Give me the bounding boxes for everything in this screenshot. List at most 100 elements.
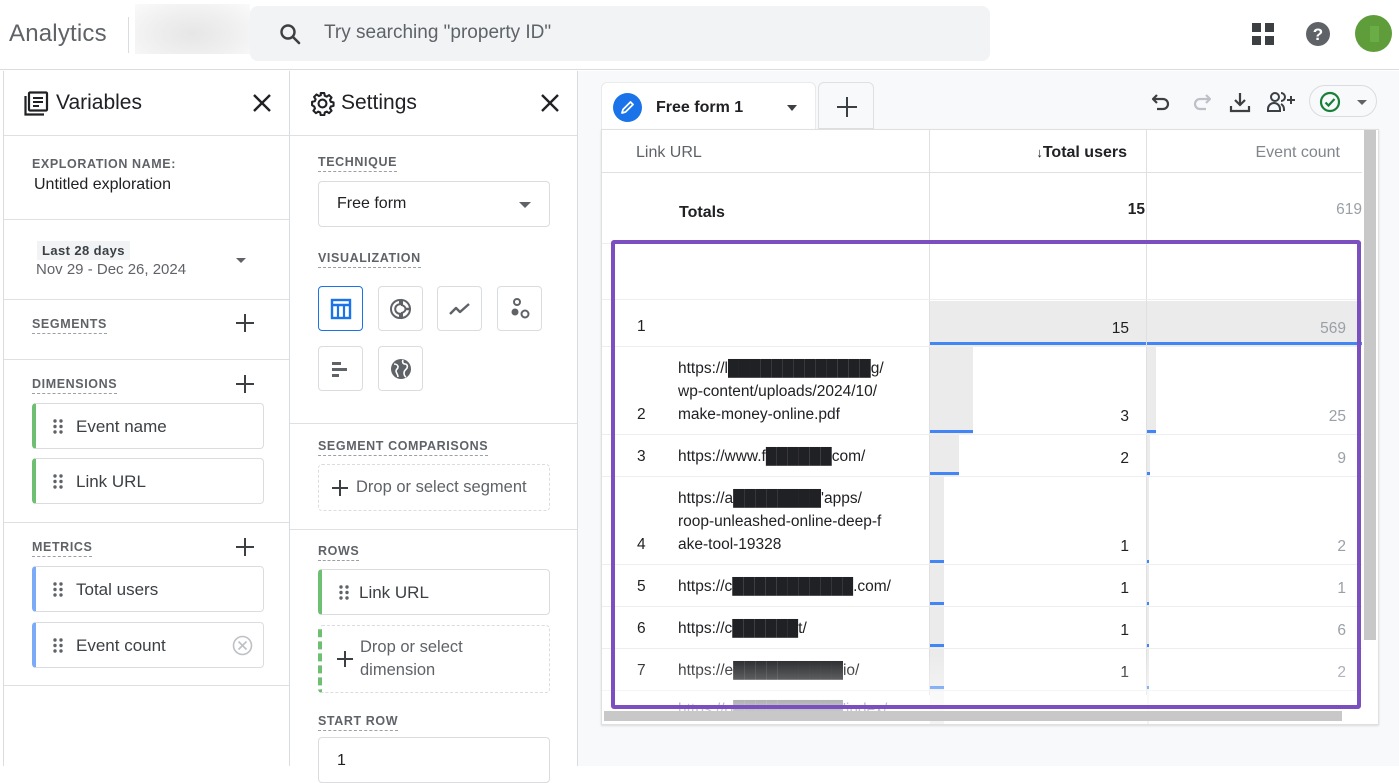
link-url-cell: https://l█████████████g/wp-content/uploa… [678,357,918,426]
event-count-value: 9 [1337,450,1346,467]
table-row[interactable]: 2 https://l█████████████g/wp-content/uplo… [602,346,1362,434]
search-placeholder: Try searching "property ID" [324,22,552,43]
url-line: dall-e-3/ [678,721,918,724]
users-bar [930,607,944,648]
events-bar-line [1147,560,1149,563]
exploration-name-input[interactable]: Untitled exploration [34,176,171,194]
events-bar-line [1147,472,1150,475]
redo-icon[interactable] [1190,90,1214,114]
gear-icon [311,92,335,116]
viz-bar-button[interactable] [318,346,363,391]
dimension-drop-text: Drop or select dimension [360,638,463,679]
viz-donut-button[interactable] [378,286,423,331]
account-selector-redacted[interactable] [135,4,250,54]
close-icon[interactable] [251,92,273,114]
edit-pencil-icon[interactable] [613,93,642,122]
row-index: 2 [637,406,646,423]
link-url-cell: https://www.f██████com/ [678,445,918,468]
chip-label: Link URL [359,583,429,602]
apps-grid-icon[interactable] [1252,23,1274,45]
events-bar-line [1147,686,1149,689]
users-bar-line [930,472,959,475]
url-line: https://a████████'apps/ [678,490,862,507]
link-url-cell: https://c██████t/ [678,617,918,640]
column-header-event-count[interactable]: Event count [1147,130,1362,173]
bar-chart-icon [332,362,347,377]
dimension-drop-zone[interactable]: Drop or select dimension [318,625,550,693]
total-users-value: 3 [1120,408,1129,425]
help-icon[interactable]: ? [1305,21,1331,47]
save-status-button[interactable] [1309,85,1377,117]
data-table: Link URL ↓Total users Event count Totals… [601,129,1379,725]
users-bar [930,565,944,606]
users-bar-line [930,644,944,647]
event-count-value: 25 [1328,408,1346,425]
check-circle-icon [1319,91,1341,113]
variables-header: Variables [4,71,289,136]
start-row-input[interactable]: 1 [318,737,550,783]
header-label: Event count [1255,144,1341,161]
plus-icon [332,480,348,496]
vertical-scrollbar[interactable] [1364,130,1376,640]
segment-drop-text: Drop or select segment [356,478,527,496]
total-users-value: 1 [1120,622,1129,639]
drag-handle-icon[interactable] [339,585,349,600]
table-row[interactable]: 6 https://c██████t/1 6 [602,606,1362,648]
close-icon[interactable] [539,92,561,114]
segment-drop-zone[interactable]: Drop or select segment [318,464,550,511]
add-tab-button[interactable] [818,82,874,129]
column-header-total-users[interactable]: ↓Total users [929,130,1147,173]
users-bar [930,649,944,690]
plus-icon [337,651,353,667]
header-label: Link URL [636,144,702,161]
event-count-value: 569 [1320,320,1346,337]
viz-scatter-button[interactable] [497,286,542,331]
viz-geo-button[interactable] [378,346,423,391]
link-url-cell: https://a████████'apps/roop-unleashed-on… [678,487,918,556]
table-row[interactable]: 1 15 569 [602,300,1362,346]
row-divider [602,299,1362,300]
table-row[interactable]: 5 https://c███████████.com/1 1 [602,564,1362,606]
divider [128,17,129,53]
row-index: 5 [637,578,646,595]
events-bar-line [1147,430,1156,433]
dimensions-section [4,360,289,523]
date-range-section[interactable] [4,220,289,300]
table-row[interactable]: 4 https://a████████'apps/roop-unleashed-o… [602,476,1362,564]
variables-title: Variables [56,91,142,114]
download-icon[interactable] [1228,90,1252,114]
avatar[interactable] [1355,15,1392,52]
users-bar-line [930,560,944,563]
variables-icon [24,91,49,116]
search-input[interactable]: Try searching "property ID" [250,6,990,61]
horizontal-scrollbar[interactable] [604,711,1342,721]
users-bar [930,435,959,476]
event-count-value: 2 [1337,664,1346,681]
users-bar-line [930,602,944,605]
chevron-down-icon[interactable] [787,105,797,111]
viz-line-button[interactable] [437,286,482,331]
exploration-name-label: EXPLORATION NAME: [32,157,176,171]
viz-table-button[interactable] [318,286,363,331]
chevron-down-icon[interactable] [236,258,246,263]
app-title: Analytics [9,20,107,47]
column-header-link-url[interactable]: Link URL [602,130,929,173]
row-index: 4 [637,536,646,553]
users-bar-line [930,430,973,433]
segment-comparisons-label: SEGMENT COMPARISONS [318,439,489,456]
search-icon [280,24,301,45]
date-range[interactable]: Nov 29 - Dec 26, 2024 [36,261,186,278]
technique-select[interactable]: Free form [318,181,550,227]
undo-icon[interactable] [1149,90,1173,114]
line-chart-icon [449,303,470,315]
globe-icon [391,359,411,379]
table-row[interactable]: 3 https://www.f██████com/2 9 [602,434,1362,476]
row-chip-link-url[interactable]: Link URL [318,569,550,615]
tab-free-form-1[interactable]: Free form 1 [601,82,816,130]
share-icon[interactable] [1266,90,1296,114]
chevron-down-icon [519,202,531,208]
add-segment-plus-icon[interactable] [235,313,255,333]
table-row[interactable]: 7 https://e██████████io/1 2 [602,648,1362,690]
totals-events: 619 [1336,201,1362,218]
scatter-plot-icon [511,298,530,319]
